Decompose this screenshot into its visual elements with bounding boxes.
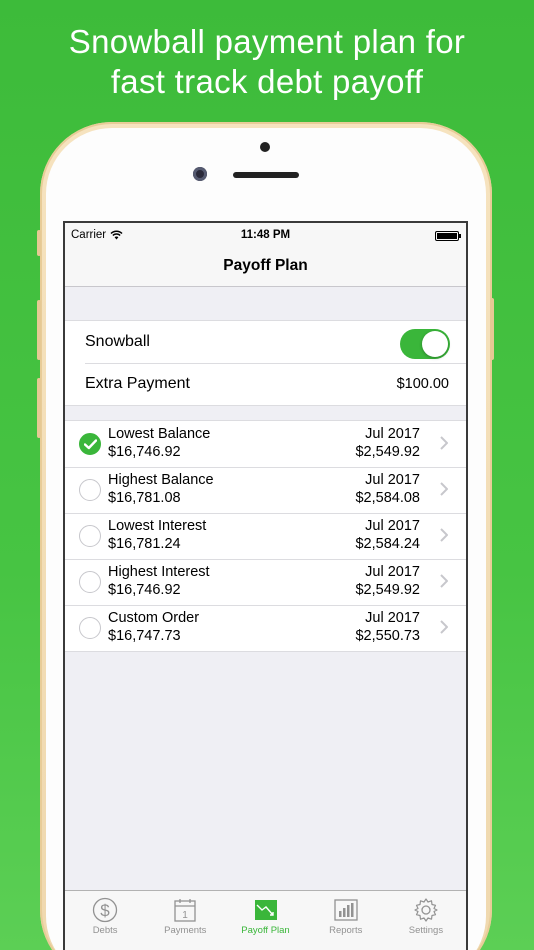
radio-circle-icon[interactable] [79,571,101,593]
plan-name: Lowest Balance [108,426,211,442]
settings-group: Snowball Extra Payment $100.00 [65,320,466,406]
checkmark-icon[interactable] [79,433,101,455]
chevron-right-icon [440,482,448,496]
plan-name: Highest Interest [108,564,210,580]
plan-name: Highest Balance [108,472,214,488]
chevron-right-icon [440,528,448,542]
svg-text:$: $ [100,901,110,920]
plan-payment: $2,549.92 [355,444,420,460]
chevron-right-icon [440,574,448,588]
tab-label: Settings [408,925,444,936]
tab-bar: $ Debts 1 Payments Payoff Plan Reports S… [65,890,466,950]
phone-screen: Carrier 11:48 PM Payoff Plan Snowball Ex… [63,221,468,950]
calendar-icon: 1 [174,899,196,922]
plan-name: Custom Order [108,610,200,626]
tab-payoff-plan[interactable]: Payoff Plan [225,891,305,950]
tab-label: Reports [329,925,363,936]
front-camera [193,167,207,181]
radio-circle-icon[interactable] [79,479,101,501]
plan-payment: $2,584.08 [355,490,420,506]
plan-total: $16,747.73 [108,628,181,644]
plan-date: Jul 2017 [365,610,420,626]
plan-payment: $2,584.24 [355,536,420,552]
tab-settings[interactable]: Settings [386,891,466,950]
plan-name: Lowest Interest [108,518,207,534]
plan-date: Jul 2017 [365,472,420,488]
snowball-row: Snowball [65,321,466,363]
status-time: 11:48 PM [240,229,291,241]
plan-list: Lowest Balance $16,746.92 Jul 2017 $2,54… [65,420,466,652]
marketing-headline: Snowball payment plan for fast track deb… [0,22,534,102]
phone-side-button [490,298,494,360]
nav-title: Payoff Plan [65,247,466,287]
plan-row-lowest-balance[interactable]: Lowest Balance $16,746.92 Jul 2017 $2,54… [65,421,466,467]
plan-total: $16,746.92 [108,444,181,460]
radio-circle-icon[interactable] [79,525,101,547]
extra-payment-row[interactable]: Extra Payment $100.00 [65,363,466,405]
svg-text:1: 1 [183,910,189,921]
status-bar: Carrier 11:48 PM [65,223,466,247]
headline-line-2: fast track debt payoff [110,63,424,100]
chevron-right-icon [440,620,448,634]
snowball-toggle[interactable] [400,329,450,359]
plan-payment: $2,550.73 [355,628,420,644]
earpiece-speaker [233,172,299,178]
tab-label: Payoff Plan [241,925,290,936]
tab-payments[interactable]: 1 Payments [145,891,225,950]
phone-side-button [37,300,41,360]
battery-icon [435,231,461,241]
radio-circle-icon[interactable] [79,617,101,639]
plan-date: Jul 2017 [365,564,420,580]
plan-date: Jul 2017 [365,426,420,442]
snowball-label: Snowball [85,333,150,350]
extra-payment-label: Extra Payment [85,375,190,392]
plan-row-custom-order[interactable]: Custom Order $16,747.73 Jul 2017 $2,550.… [65,605,466,651]
toggle-knob [422,331,448,357]
tab-reports[interactable]: Reports [306,891,386,950]
plan-total: $16,781.24 [108,536,181,552]
extra-payment-value: $100.00 [396,376,449,392]
bar-chart-icon [334,899,358,921]
dollar-icon: $ [92,897,118,923]
tab-label: Debts [92,925,118,936]
trend-down-icon [254,900,277,920]
chevron-right-icon [440,436,448,450]
tab-label: Payments [164,925,207,936]
gear-icon [414,898,438,922]
plan-total: $16,781.08 [108,490,181,506]
plan-date: Jul 2017 [365,518,420,534]
plan-row-highest-balance[interactable]: Highest Balance $16,781.08 Jul 2017 $2,5… [65,467,466,513]
plan-payment: $2,549.92 [355,582,420,598]
phone-side-button [37,378,41,438]
proximity-sensor [260,142,270,152]
plan-row-highest-interest[interactable]: Highest Interest $16,746.92 Jul 2017 $2,… [65,559,466,605]
headline-line-1: Snowball payment plan for [68,23,466,60]
phone-side-button [37,230,41,256]
plan-total: $16,746.92 [108,582,181,598]
plan-row-lowest-interest[interactable]: Lowest Interest $16,781.24 Jul 2017 $2,5… [65,513,466,559]
tab-debts[interactable]: $ Debts [65,891,145,950]
